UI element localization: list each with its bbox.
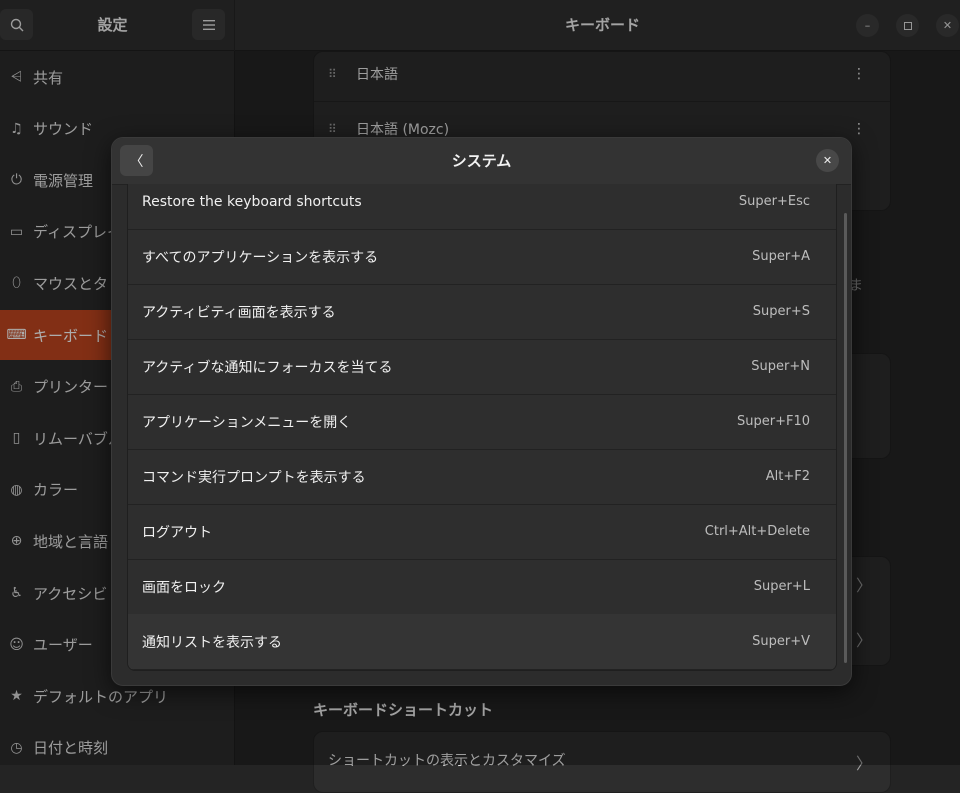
shortcut-name: アクティビティ画面を表示する: [142, 304, 336, 321]
shortcut-keys: Super+S: [752, 304, 810, 319]
system-shortcuts-dialog: 〈 システム ✕ Restore the keyboard shortcuts S…: [111, 137, 852, 686]
shortcut-name: コマンド実行プロンプトを表示する: [142, 469, 366, 486]
shortcut-row[interactable]: 通知リストを表示する Super+V: [128, 614, 836, 670]
shortcut-keys: Super+L: [753, 579, 810, 594]
shortcut-row[interactable]: Restore the keyboard shortcuts Super+Esc: [128, 184, 836, 230]
dialog-title: システム: [451, 152, 512, 170]
shortcut-row[interactable]: 画面をロック Super+L: [128, 559, 836, 615]
shortcut-row[interactable]: ログアウト Ctrl+Alt+Delete: [128, 504, 836, 560]
shortcut-keys: Super+Esc: [738, 194, 810, 209]
shortcut-row[interactable]: アプリケーションメニューを開く Super+F10: [128, 394, 836, 450]
shortcut-keys: Super+F10: [737, 414, 810, 429]
dialog-close-button[interactable]: ✕: [816, 149, 839, 172]
shortcut-keys: Alt+F2: [765, 469, 810, 484]
shortcut-name: アプリケーションメニューを開く: [142, 414, 352, 431]
shortcut-row[interactable]: アクティブな通知にフォーカスを当てる Super+N: [128, 339, 836, 395]
shortcut-row[interactable]: コマンド実行プロンプトを表示する Alt+F2: [128, 449, 836, 505]
shortcut-keys: Super+N: [751, 359, 810, 374]
shortcut-keys: Ctrl+Alt+Delete: [704, 524, 810, 539]
shortcut-row[interactable]: すべてのアプリケーションを表示する Super+A: [128, 229, 836, 285]
shortcut-name: ログアウト: [142, 524, 212, 541]
shortcut-keys: Super+A: [752, 249, 810, 264]
shortcut-keys: Super+V: [752, 634, 810, 649]
dialog-header: 〈 システム ✕: [112, 138, 851, 185]
scrollbar[interactable]: [844, 213, 847, 663]
shortcut-name: アクティブな通知にフォーカスを当てる: [142, 359, 393, 376]
shortcut-name: Restore the keyboard shortcuts: [142, 193, 362, 210]
shortcut-name: すべてのアプリケーションを表示する: [142, 249, 379, 266]
shortcut-row[interactable]: アクティビティ画面を表示する Super+S: [128, 284, 836, 340]
shortcut-name: 通知リストを表示する: [142, 634, 282, 651]
shortcut-list: Restore the keyboard shortcuts Super+Esc す…: [127, 184, 837, 671]
shortcut-name: 画面をロック: [142, 579, 226, 596]
close-icon: ✕: [822, 154, 833, 167]
